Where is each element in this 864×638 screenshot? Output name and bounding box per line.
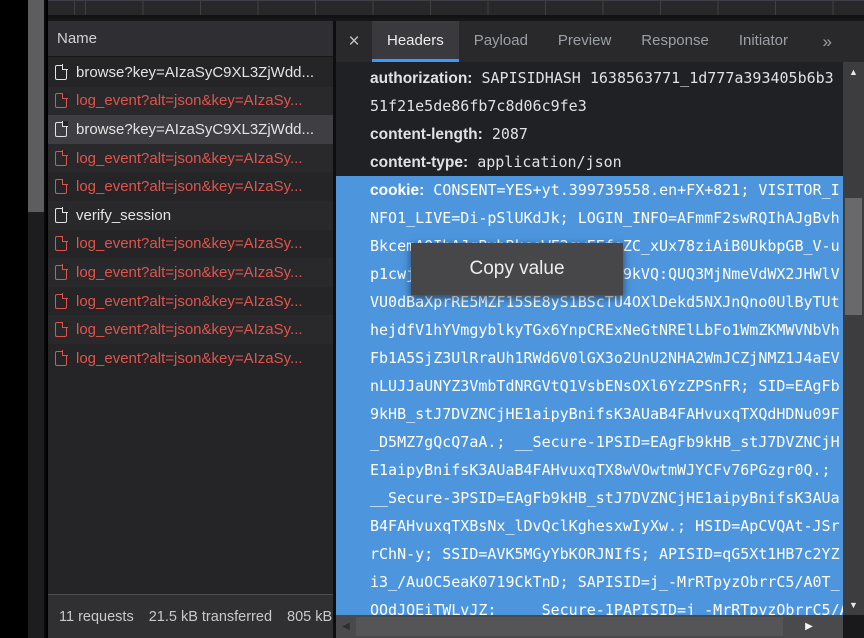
request-count: 11 requests — [59, 609, 134, 625]
header-line: authorization: SAPISIDHASH 1638563771_1d… — [336, 64, 843, 92]
file-icon — [55, 322, 67, 337]
copy-value-menu-item[interactable]: Copy value — [469, 258, 564, 280]
header-entry[interactable]: content-length: 2087 — [336, 120, 843, 148]
file-icon — [55, 208, 67, 223]
file-icon — [55, 179, 67, 194]
scrollbar-corner — [843, 615, 864, 638]
file-icon — [55, 236, 67, 251]
request-row[interactable]: log_event?alt=json&key=AIzaSy... — [48, 144, 333, 173]
scroll-left-icon[interactable]: ◀ — [338, 615, 354, 638]
tab-headers[interactable]: Headers — [372, 21, 459, 62]
header-entry[interactable]: content-type: application/json — [336, 148, 843, 176]
vertical-scrollbar-thumb[interactable] — [845, 198, 862, 315]
request-row[interactable]: log_event?alt=json&key=AIzaSy... — [48, 87, 333, 116]
header-entry[interactable]: authorization: SAPISIDHASH 1638563771_1d… — [336, 64, 843, 120]
headers-content: authorization: SAPISIDHASH 1638563771_1d… — [336, 62, 843, 615]
scroll-up-icon[interactable]: ▲ — [843, 64, 864, 80]
request-details-panel: × HeadersPayloadPreviewResponseInitiator… — [336, 21, 864, 638]
header-line: content-type: application/json — [336, 148, 843, 176]
name-column-header[interactable]: Name — [48, 21, 333, 57]
file-icon — [55, 65, 67, 80]
request-label: log_event?alt=json&key=AIzaSy... — [76, 264, 303, 281]
header-name: content-length: — [370, 126, 483, 143]
request-row[interactable]: log_event?alt=json&key=AIzaSy... — [48, 344, 333, 373]
request-label: log_event?alt=json&key=AIzaSy... — [76, 350, 303, 367]
header-name: cookie: — [370, 182, 424, 199]
tab-response[interactable]: Response — [626, 21, 724, 62]
more-tabs-chevron-icon[interactable]: » — [823, 21, 832, 62]
header-line: QOdJQEiTWLvJZ; __Secure-1PAPISID=j_-MrRT… — [336, 596, 843, 615]
request-label: log_event?alt=json&key=AIzaSy... — [76, 321, 303, 338]
header-line: content-length: 2087 — [336, 120, 843, 148]
request-label: log_event?alt=json&key=AIzaSy... — [76, 92, 303, 109]
scroll-down-icon[interactable]: ▼ — [843, 597, 864, 613]
request-label: log_event?alt=json&key=AIzaSy... — [76, 150, 303, 167]
header-line: 9kHB_stJ7DVZNCjHE1aipyBnifsK3AUaB4FAHvux… — [336, 400, 843, 428]
context-menu: Copy value — [411, 243, 623, 295]
request-row[interactable]: log_event?alt=json&key=AIzaSy... — [48, 287, 333, 316]
page-scrollbar[interactable] — [28, 0, 46, 638]
tabs: HeadersPayloadPreviewResponseInitiator — [372, 21, 803, 62]
header-name: content-type: — [370, 154, 468, 171]
requests-panel: Name browse?key=AIzaSyC9XL3ZjWdd... log_… — [48, 21, 333, 638]
header-entry[interactable]: cookie: CONSENT=YES+yt.399739558.en+FX+8… — [336, 176, 843, 615]
file-icon — [55, 151, 67, 166]
request-label: log_event?alt=json&key=AIzaSy... — [76, 178, 303, 195]
request-row[interactable]: browse?key=AIzaSyC9XL3ZjWdd... — [48, 58, 333, 87]
details-vertical-scrollbar[interactable]: ▲ ▼ — [843, 62, 864, 615]
header-line: __Secure-3PSID=EAgFb9kHB_stJ7DVZNCjHE1ai… — [336, 484, 843, 512]
request-list: browse?key=AIzaSyC9XL3ZjWdd... log_event… — [48, 58, 333, 594]
transferred-size: 21.5 kB transferred — [149, 609, 272, 625]
request-row[interactable]: browse?key=AIzaSyC9XL3ZjWdd... — [48, 115, 333, 144]
request-label: log_event?alt=json&key=AIzaSy... — [76, 235, 303, 252]
close-icon[interactable]: × — [336, 21, 372, 62]
request-row[interactable]: verify_session — [48, 201, 333, 230]
header-name: authorization: — [370, 70, 472, 87]
header-line: NFO1_LIVE=Di-pSlUKdJk; LOGIN_INFO=AFmmF2… — [336, 204, 843, 232]
file-icon — [55, 93, 67, 108]
header-line: E1aipyBnifsK3AUaB4FAHvuxqTX8wVOwtmWJYCFv… — [336, 456, 843, 484]
file-icon — [55, 122, 67, 137]
header-line: B4FAHvuxqTXBsNx_lDvQclKghesxwIyXw.; HSID… — [336, 512, 843, 540]
horizontal-scrollbar-thumb[interactable] — [356, 617, 783, 636]
header-line: i3_/AuOC5eaK0719CkTnD; SAPISID=j_-MrRTpy… — [336, 568, 843, 596]
scroll-right-icon[interactable]: ▶ — [801, 615, 817, 638]
header-line: hejdfV1hYVmgyblkyTGx6YnpCRExNeGtNRElLbFo… — [336, 316, 843, 344]
request-label: log_event?alt=json&key=AIzaSy... — [76, 293, 303, 310]
header-line: rChN-y; SSID=AVK5MGyYbKORJNIfS; APISID=q… — [336, 540, 843, 568]
network-summary-bar: 11 requests 21.5 kB transferred 805 kB — [48, 594, 333, 638]
network-overview-strip[interactable] — [48, 0, 864, 18]
page-scrollbar-thumb[interactable] — [28, 0, 44, 212]
request-label: browse?key=AIzaSyC9XL3ZjWdd... — [76, 121, 314, 138]
header-line: _D5MZ7gQcQ7aA.; __Secure-1PSID=EAgFb9kHB… — [336, 428, 843, 456]
file-icon — [55, 294, 67, 309]
request-row[interactable]: log_event?alt=json&key=AIzaSy... — [48, 315, 333, 344]
header-line: cookie: CONSENT=YES+yt.399739558.en+FX+8… — [336, 176, 843, 204]
request-row[interactable]: log_event?alt=json&key=AIzaSy... — [48, 230, 333, 259]
request-row[interactable]: log_event?alt=json&key=AIzaSy... — [48, 258, 333, 287]
request-label: browse?key=AIzaSyC9XL3ZjWdd... — [76, 64, 314, 81]
header-line: nLUJJaUNYZ3VmbTdNRGVtQ1VsbENsOXl6YzZPSnF… — [336, 372, 843, 400]
file-icon — [55, 351, 67, 366]
name-column-label: Name — [57, 30, 97, 47]
resources-size: 805 kB — [287, 609, 332, 625]
details-tab-bar: × HeadersPayloadPreviewResponseInitiator… — [336, 21, 864, 62]
file-icon — [55, 265, 67, 280]
tab-preview[interactable]: Preview — [543, 21, 626, 62]
devtools-network-panel: Name browse?key=AIzaSyC9XL3ZjWdd... log_… — [48, 0, 864, 638]
details-horizontal-scrollbar[interactable]: ◀ ▶ — [336, 615, 843, 638]
header-line: Fb1A5SjZ3UlRraUh1RWd6V0lGX3o2UnU2NHA2WmJ… — [336, 344, 843, 372]
request-row[interactable]: log_event?alt=json&key=AIzaSy... — [48, 172, 333, 201]
request-label: verify_session — [76, 207, 171, 224]
tab-payload[interactable]: Payload — [459, 21, 543, 62]
tab-initiator[interactable]: Initiator — [724, 21, 803, 62]
header-line: 51f21e5de86fb7c8d06c9fe3 — [336, 92, 843, 120]
